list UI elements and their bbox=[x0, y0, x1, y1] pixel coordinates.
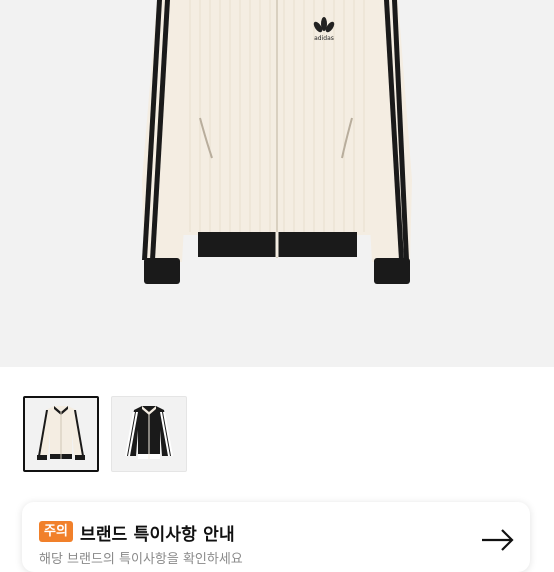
ivory-jacket-icon bbox=[37, 406, 85, 460]
brand-notice-card[interactable]: 주의 브랜드 특이사항 안내 해당 브랜드의 특이사항을 확인하세요 bbox=[22, 502, 530, 572]
warning-badge: 주의 bbox=[39, 521, 73, 542]
thumbnail-ivory-jacket[interactable] bbox=[23, 396, 99, 472]
brand-logo-text: adidas bbox=[314, 35, 334, 42]
black-jacket-icon bbox=[125, 406, 173, 459]
notice-subtitle: 해당 브랜드의 특이사항을 확인하세요 bbox=[39, 552, 243, 567]
product-main-image[interactable]: adidas bbox=[0, 0, 554, 367]
thumbnail-strip bbox=[23, 396, 187, 472]
notice-title: 브랜드 특이사항 안내 bbox=[80, 525, 235, 545]
jacket-illustration: adidas bbox=[142, 0, 412, 284]
arrow-right-icon[interactable] bbox=[480, 528, 516, 552]
thumbnail-black-jacket[interactable] bbox=[111, 396, 187, 472]
